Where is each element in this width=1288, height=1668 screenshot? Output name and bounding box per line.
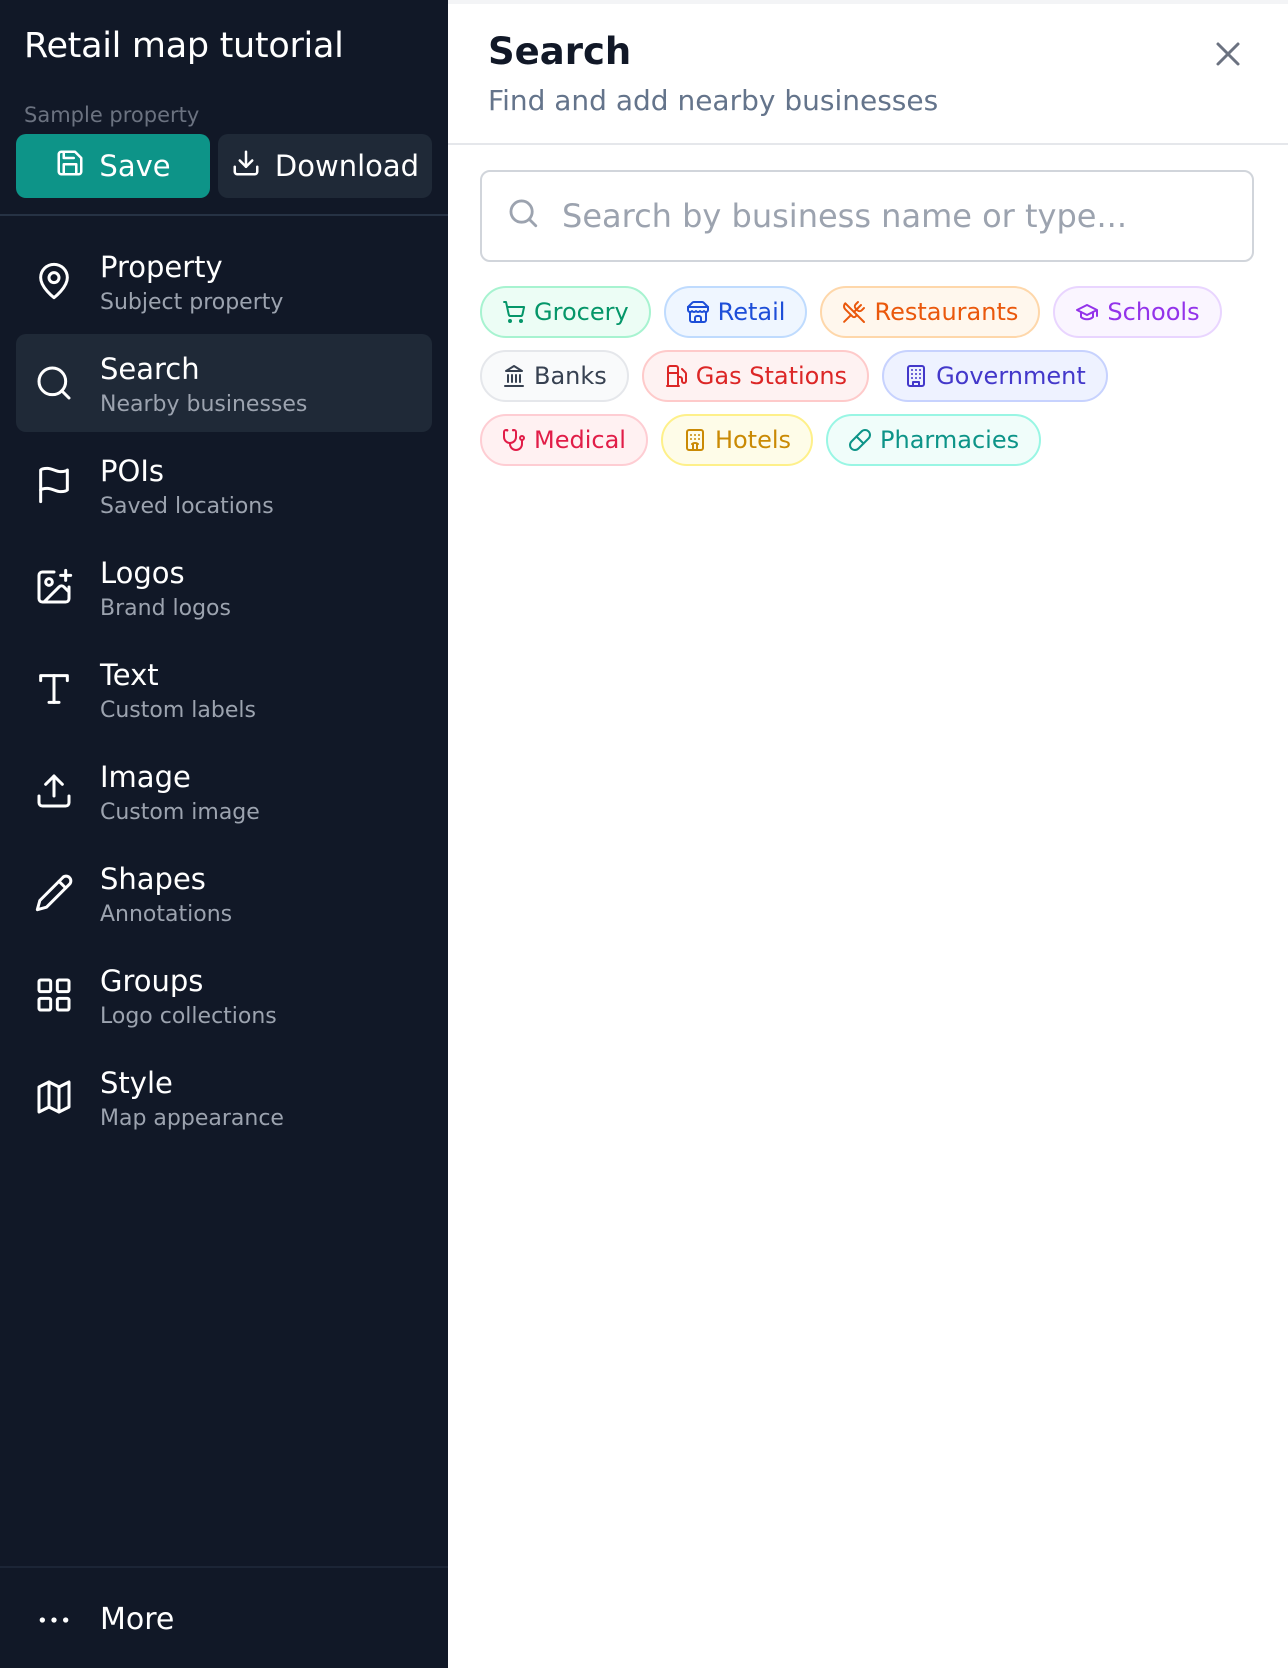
search-panel: Search Find and add nearby businesses Gr… [448, 0, 1288, 1668]
sidebar-item-sublabel: Custom image [100, 800, 260, 825]
sidebar-item-shapes[interactable]: Shapes Annotations [16, 844, 432, 942]
sidebar-item-label: Property [100, 250, 223, 284]
save-button-label: Save [99, 149, 171, 183]
search-box [480, 170, 1254, 262]
download-button-label: Download [274, 149, 420, 183]
shopping-cart-icon [502, 300, 526, 324]
category-chip-government[interactable]: Government [882, 350, 1108, 402]
map-pin-icon [34, 261, 74, 301]
sidebar-item-label: Shapes [100, 862, 206, 896]
sidebar-item-sublabel: Saved locations [100, 494, 274, 519]
sidebar-item-image[interactable]: Image Custom image [16, 742, 432, 840]
sidebar-item-sublabel: Subject property [100, 290, 284, 315]
category-chip-label: Pharmacies [880, 426, 1020, 454]
sidebar-item-label: POIs [100, 454, 164, 488]
text-icon [34, 669, 74, 709]
download-icon [231, 148, 261, 185]
sidebar-item-groups[interactable]: Groups Logo collections [16, 946, 432, 1044]
search-icon [34, 363, 74, 403]
category-chip-label: Retail [717, 298, 786, 326]
panel-divider [448, 143, 1288, 145]
flag-icon [34, 465, 74, 505]
category-chip-gas-stations[interactable]: Gas Stations [641, 350, 870, 402]
sidebar-item-label: Text [100, 658, 159, 692]
store-icon [686, 300, 710, 324]
pill-icon [848, 428, 872, 452]
hotel-icon [683, 428, 707, 452]
sidebar-item-sublabel: Logo collections [100, 1004, 277, 1029]
stethoscope-icon [502, 428, 526, 452]
map-icon [34, 1077, 74, 1117]
sidebar-item-sublabel: Map appearance [100, 1106, 284, 1131]
grid-icon [34, 975, 74, 1015]
sidebar-item-pois[interactable]: POIs Saved locations [16, 436, 432, 534]
panel-top-border [448, 0, 1288, 4]
sidebar-item-sublabel: Annotations [100, 902, 233, 927]
graduation-cap-icon [1075, 300, 1099, 324]
download-button[interactable]: Download [218, 134, 432, 198]
sidebar-item-label: Groups [100, 964, 204, 998]
panel-subtitle: Find and add nearby businesses [488, 84, 939, 117]
sidebar-item-sublabel: Brand logos [100, 596, 231, 621]
category-chip-label: Restaurants [874, 298, 1019, 326]
sidebar-item-sublabel: Nearby businesses [100, 392, 308, 417]
sidebar-item-style[interactable]: Style Map appearance [16, 1048, 432, 1146]
sidebar-item-label: Logos [100, 556, 185, 590]
sidebar-item-label: Image [100, 760, 191, 794]
sidebar-item-property[interactable]: Property Subject property [16, 232, 432, 330]
app-title: Retail map tutorial [24, 26, 344, 66]
category-chip-hotels[interactable]: Hotels [660, 414, 814, 466]
category-chip-medical[interactable]: Medical [480, 414, 648, 466]
more-button[interactable]: More [16, 1580, 432, 1660]
project-label: Sample property [24, 103, 200, 127]
sidebar-item-search[interactable]: Search Nearby businesses [16, 334, 432, 432]
bank-icon [502, 364, 526, 388]
pencil-icon [34, 873, 74, 913]
save-button[interactable]: Save [16, 134, 210, 198]
close-button[interactable] [1208, 34, 1248, 74]
sidebar-item-text[interactable]: Text Custom labels [16, 640, 432, 738]
category-chip-label: Banks [534, 362, 607, 390]
category-chip-schools[interactable]: Schools [1053, 286, 1222, 338]
utensils-icon [842, 300, 866, 324]
category-chip-pharmacies[interactable]: Pharmacies [826, 414, 1042, 466]
sidebar-item-logos[interactable]: Logos Brand logos [16, 538, 432, 636]
sidebar: Retail map tutorial Sample property Save… [0, 0, 448, 1668]
more-label: More [100, 1602, 175, 1637]
category-chip-retail[interactable]: Retail [663, 286, 808, 338]
sidebar-divider [0, 214, 448, 216]
app: Retail map tutorial Sample property Save… [0, 0, 1288, 1668]
more-horizontal-icon [34, 1600, 74, 1640]
building-icon [904, 364, 928, 388]
category-chip-grocery[interactable]: Grocery [480, 286, 651, 338]
sidebar-item-label: Search [100, 352, 200, 386]
close-icon [1208, 42, 1248, 78]
category-chip-label: Government [936, 362, 1086, 390]
upload-icon [34, 771, 74, 811]
panel-title: Search [488, 30, 632, 73]
sidebar-item-label: Style [100, 1066, 173, 1100]
category-chip-label: Medical [534, 426, 626, 454]
sidebar-bottom-divider [0, 1566, 448, 1568]
search-icon [506, 196, 540, 230]
category-chip-label: Hotels [714, 426, 792, 454]
image-plus-icon [34, 567, 74, 607]
category-chip-banks[interactable]: Banks [480, 350, 629, 402]
category-chip-label: Schools [1107, 298, 1200, 326]
search-input[interactable] [562, 186, 1232, 246]
category-chip-label: Grocery [534, 298, 629, 326]
save-icon [55, 148, 85, 185]
fuel-icon [664, 364, 688, 388]
category-chips: Grocery Retail Restaurants Schools Banks Gas … [480, 286, 1260, 466]
category-chip-restaurants[interactable]: Restaurants [820, 286, 1041, 338]
category-chip-label: Gas Stations [695, 362, 848, 390]
sidebar-item-sublabel: Custom labels [100, 698, 256, 723]
